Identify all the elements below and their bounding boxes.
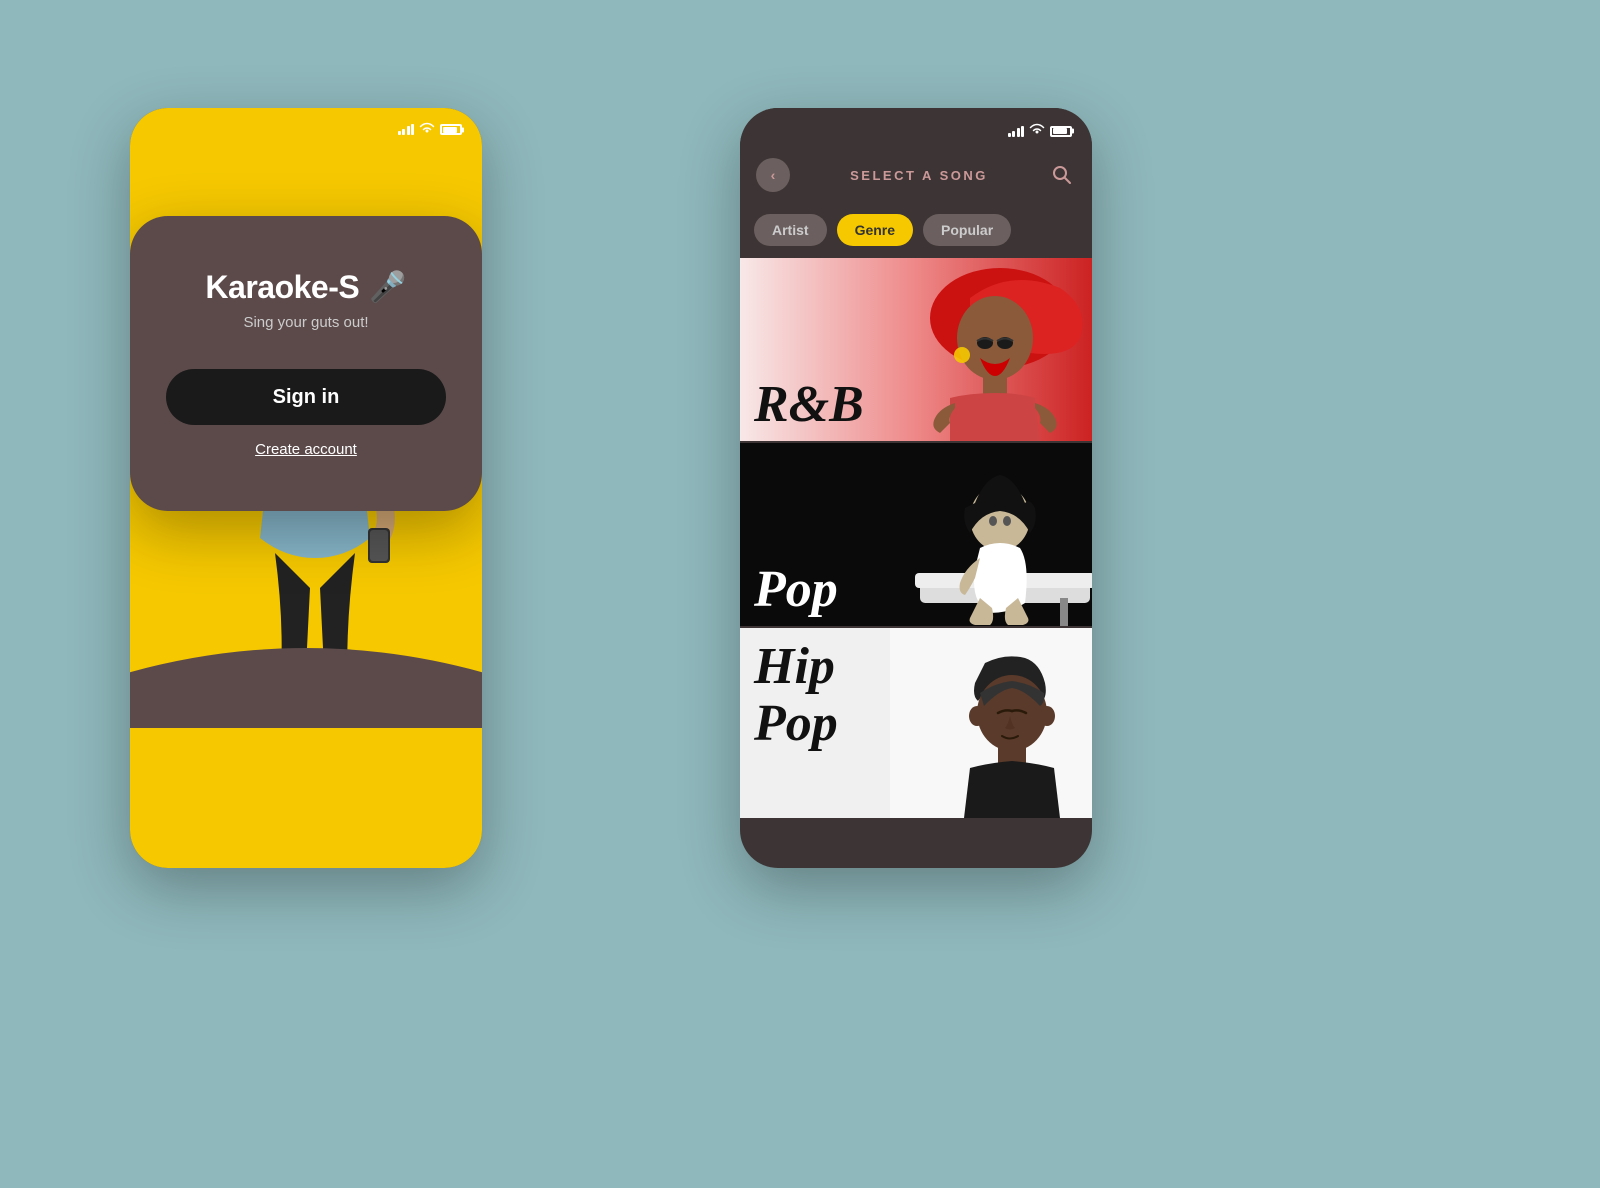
back-button[interactable]: ‹ [756, 158, 790, 192]
signin-button[interactable]: Sign in [166, 369, 446, 425]
right-phone: ‹ SELECT A SONG Artist Genre Popular [740, 108, 1092, 868]
battery-icon-right [1050, 126, 1072, 137]
status-bar-right [1008, 122, 1073, 140]
wifi-icon [419, 122, 435, 137]
tab-artist[interactable]: Artist [754, 214, 827, 246]
status-bar-left [398, 122, 463, 137]
app-title: Karaoke-S 🎤 [205, 269, 406, 306]
tab-genre[interactable]: Genre [837, 214, 913, 246]
app-subtitle: Sing your guts out! [243, 314, 368, 331]
search-icon [1052, 165, 1072, 185]
create-account-link[interactable]: Create account [255, 441, 357, 458]
battery-icon [440, 124, 462, 135]
left-phone: Karaoke-S 🎤 Sing your guts out! Sign in … [130, 108, 482, 868]
hiphop-label: HipPop [754, 638, 838, 752]
rnb-label: R&B [754, 379, 864, 431]
search-button[interactable] [1048, 161, 1076, 189]
signal-icon [398, 124, 415, 135]
genre-list: R&B [740, 258, 1092, 818]
bottom-section: Karaoke-S 🎤 Sing your guts out! Sign in … [130, 216, 482, 511]
signin-label: Sign in [273, 386, 340, 409]
mic-icon: 🎤 [369, 270, 406, 305]
app-name: Karaoke-S [205, 269, 359, 306]
genre-item-hiphop[interactable]: HipPop [740, 628, 1092, 818]
filter-tabs: Artist Genre Popular [740, 206, 1092, 258]
genre-item-pop[interactable]: Pop [740, 443, 1092, 628]
signal-icon-right [1008, 126, 1025, 137]
pop-label: Pop [754, 564, 838, 616]
tab-popular[interactable]: Popular [923, 214, 1011, 246]
header-title: SELECT A SONG [800, 168, 1038, 183]
genre-item-rnb[interactable]: R&B [740, 258, 1092, 443]
wifi-icon-right [1029, 122, 1045, 140]
back-arrow-icon: ‹ [771, 167, 776, 183]
